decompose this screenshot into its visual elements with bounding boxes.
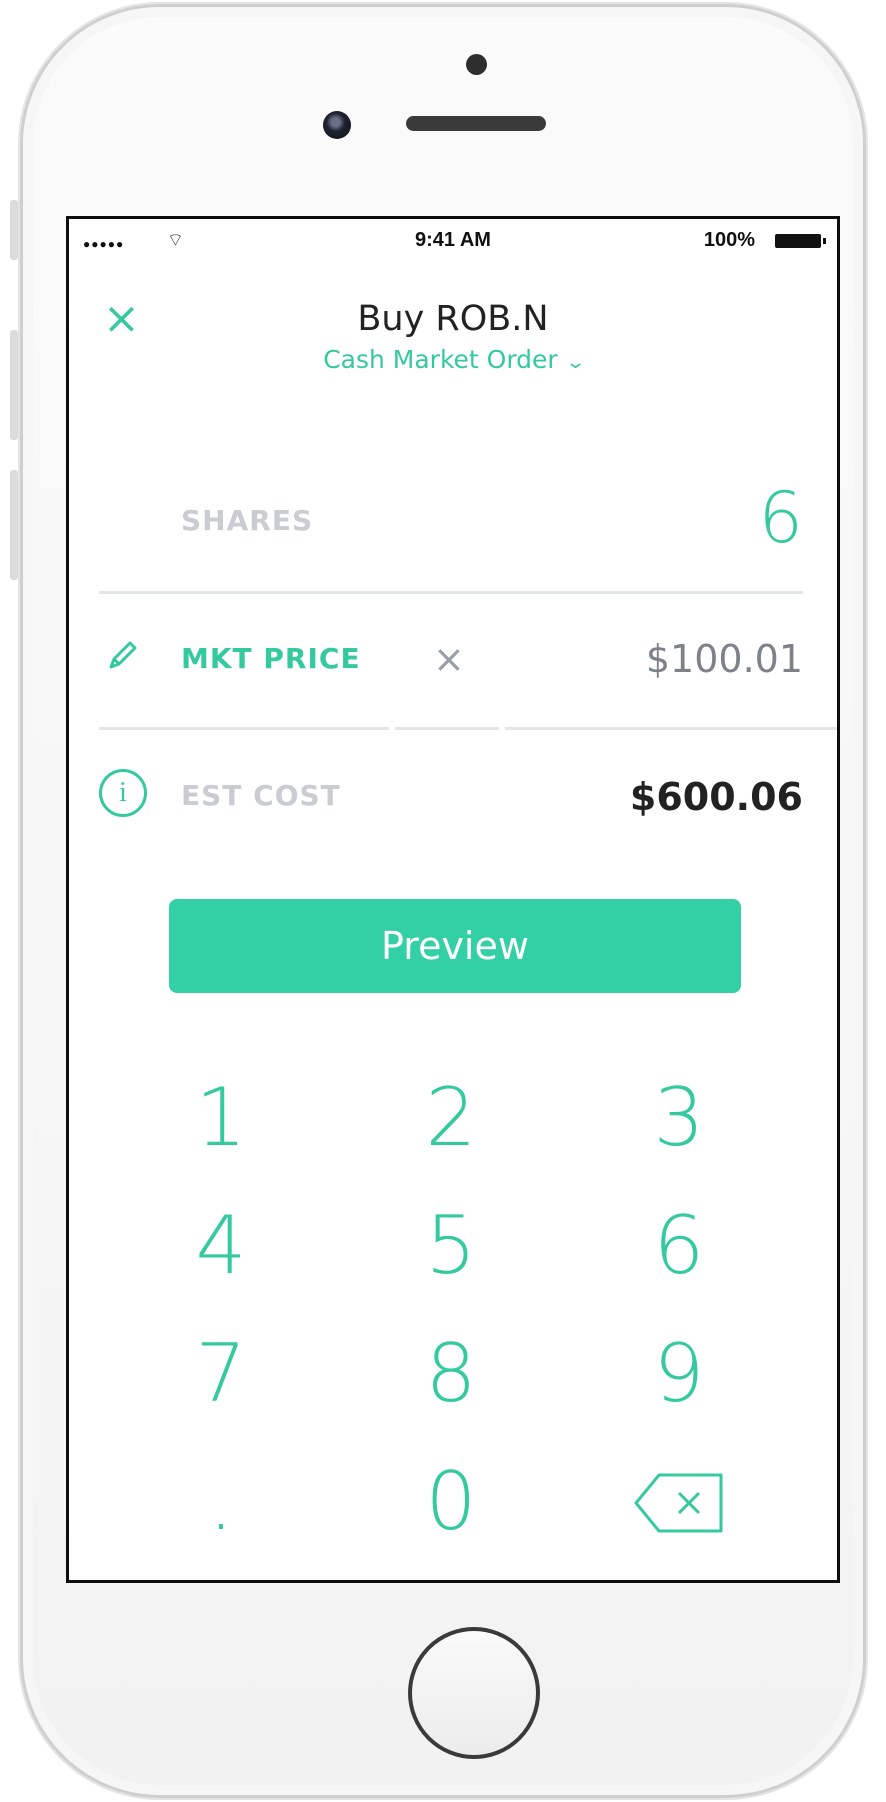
key-4[interactable]: 4 [111, 1182, 331, 1310]
app-screen: ●●●●● ⌔ 9:41 AM 100% × Buy ROB.N Cash Ma… [66, 216, 840, 1583]
preview-button[interactable]: Preview [169, 899, 741, 993]
clear-icon[interactable]: × [433, 637, 465, 681]
mkt-price-label: MKT PRICE [181, 642, 361, 675]
key-9[interactable]: 9 [569, 1310, 789, 1438]
status-bar: ●●●●● ⌔ 9:41 AM 100% [69, 219, 837, 259]
home-button[interactable] [408, 1627, 540, 1759]
key-3[interactable]: 3 [569, 1054, 789, 1182]
est-cost-label: EST COST [181, 779, 341, 812]
divider [99, 727, 389, 730]
shares-label: SHARES [181, 504, 314, 537]
backspace-icon [634, 1473, 723, 1533]
key-2[interactable]: 2 [341, 1054, 561, 1182]
order-type-label: Cash Market Order [323, 345, 558, 374]
front-camera [323, 111, 351, 139]
pencil-icon[interactable] [105, 637, 141, 681]
key-7[interactable]: 7 [111, 1310, 331, 1438]
info-icon[interactable]: i [99, 769, 147, 817]
key-8[interactable]: 8 [341, 1310, 561, 1438]
mkt-price-value: $100.01 [645, 637, 803, 681]
divider [395, 727, 499, 730]
divider [505, 727, 837, 730]
volume-down-button [10, 470, 18, 580]
key-1[interactable]: 1 [111, 1054, 331, 1182]
battery-percent: 100% [703, 229, 755, 251]
volume-up-button [10, 330, 18, 440]
mute-switch [10, 200, 18, 260]
page-title: Buy ROB.N [357, 299, 549, 339]
key-5[interactable]: 5 [341, 1182, 561, 1310]
backspace-key[interactable] [569, 1438, 789, 1566]
order-type-selector[interactable]: Cash Market Order ⌄ [69, 345, 837, 374]
key-decimal[interactable]: . [111, 1438, 331, 1566]
est-cost-value: $600.06 [629, 775, 803, 819]
battery-icon [775, 234, 826, 248]
key-0[interactable]: 0 [341, 1438, 561, 1566]
shares-input[interactable]: 6 [758, 477, 803, 559]
earpiece-speaker [406, 116, 546, 131]
numeric-keypad: 1 2 3 4 5 6 7 8 9 . 0 [69, 1054, 837, 1566]
divider [99, 591, 803, 594]
chevron-down-icon: ⌄ [564, 352, 586, 373]
key-6[interactable]: 6 [569, 1182, 789, 1310]
proximity-sensor [466, 54, 487, 75]
